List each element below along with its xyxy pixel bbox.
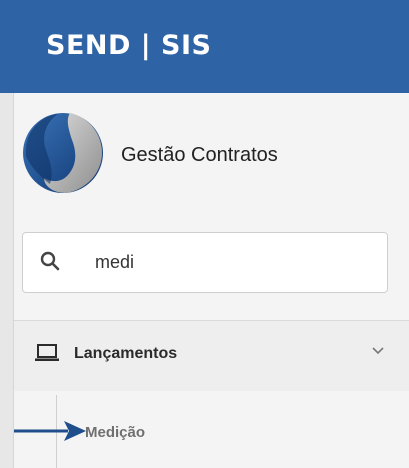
submenu-item-medicao[interactable]: Medição (85, 423, 145, 443)
brand-name: Gestão Contratos (121, 144, 278, 166)
chevron-down-icon[interactable] (371, 346, 385, 356)
menu-section-lancamentos[interactable]: Lançamentos (14, 321, 409, 391)
menu-section-label: Lançamentos (74, 345, 178, 362)
sidebar-edge (0, 93, 14, 468)
arrow-right-icon (14, 421, 86, 441)
app-title[interactable]: SEND | SIS (46, 28, 212, 64)
app-header: SEND | SIS (0, 0, 409, 93)
search-input[interactable] (95, 247, 365, 277)
search-box[interactable] (22, 232, 388, 293)
brand-logo-icon (23, 113, 103, 193)
laptop-icon (35, 344, 59, 361)
search-icon (40, 251, 60, 271)
